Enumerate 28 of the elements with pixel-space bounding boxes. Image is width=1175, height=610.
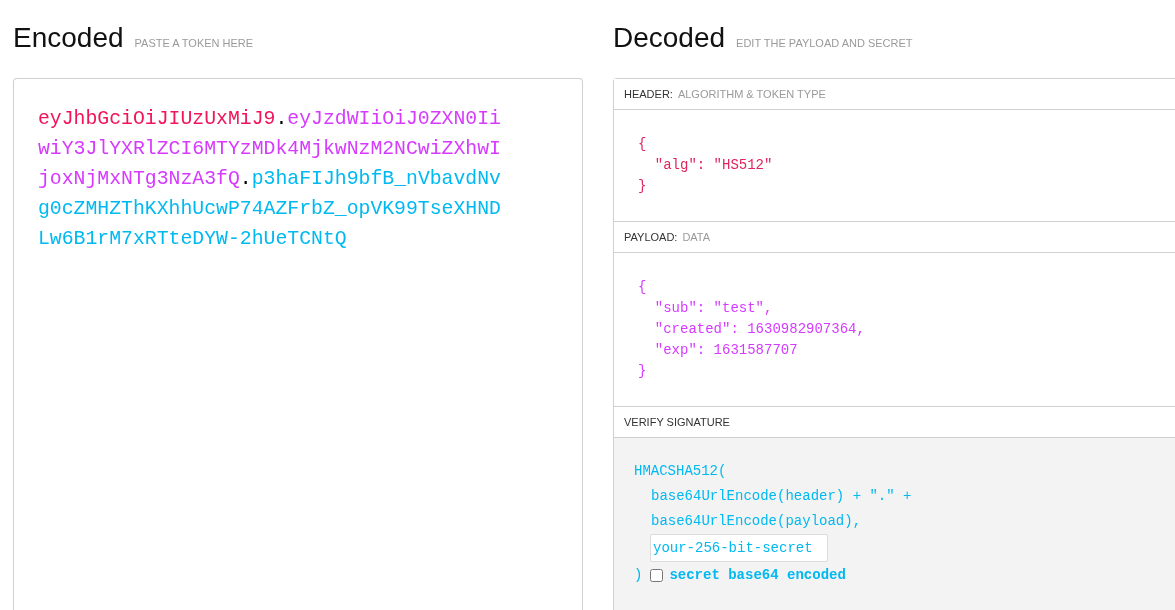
encoded-hint: PASTE A TOKEN HERE	[134, 37, 254, 49]
code-line: base64UrlEncode(header) + "." +	[651, 487, 912, 506]
code-line: base64UrlEncode(payload),	[651, 512, 862, 531]
json-editor[interactable]: { "sub": "test", "created": 1630982907364, "exp": 1631587707 }	[638, 277, 865, 382]
token-part: p3haFIJh9bfB_nVbavdNv	[251, 168, 501, 190]
code-line: HMACSHA512(	[634, 462, 727, 481]
decoded-hint: EDIT THE PAYLOAD AND SECRET	[736, 37, 913, 49]
section-hint: DATA	[682, 231, 711, 243]
section-label: VERIFY SIGNATURE	[624, 416, 730, 428]
section-label: HEADER:	[624, 88, 673, 100]
json-editor[interactable]: { "alg": "HS512" }	[638, 134, 773, 197]
token-part: .	[275, 108, 288, 130]
decoded-title: Decoded	[613, 21, 726, 55]
section-hint: ALGORITHM & TOKEN TYPE	[677, 88, 826, 100]
token-part: wiY3JlYXRlZCI6MTYzMDk4MjkwNzM2NCwiZXhwI	[38, 138, 501, 160]
token-part: .	[239, 168, 252, 190]
token-part: g0cZMHZThKXhhUcwP74AZFrbZ_opVK99TseXHND	[38, 198, 501, 220]
token-part: joxNjMxNTg3NzA3fQ	[38, 168, 240, 190]
token-part: eyJhbGciOiJIUzUxMiJ9	[38, 108, 276, 130]
token-part: eyJzdWIiOiJ0ZXN0Ii	[287, 108, 501, 130]
token-part: Lw6B1rM7xRTteDYW-2hUeTCNtQ	[38, 228, 347, 250]
base64-checkbox[interactable]	[650, 569, 664, 582]
token-editor[interactable]: eyJhbGciOiJIUzUxMiJ9.eyJzdWIiOiJ0ZXN0IiwiY3JlYXRlZCI6MTYzMDk4MjkwNzM2NCwiZXhwIjoxNjMxNTg3NzA3fQ.p3haFIJh9bfB_nVbavdNvg0cZMHZThKXhhUcwP74AZFrbZ_opVK99TseXHNDLw6B1rM7xRTteDYW-2hUeTCNtQ	[13, 78, 583, 610]
secret-input[interactable]: your-256-bit-secret	[650, 534, 828, 562]
section-label: PAYLOAD:	[624, 231, 678, 243]
code-line: )	[634, 566, 643, 585]
checkbox-label[interactable]: secret base64 encoded	[669, 563, 846, 588]
encoded-title: Encoded	[13, 21, 124, 55]
